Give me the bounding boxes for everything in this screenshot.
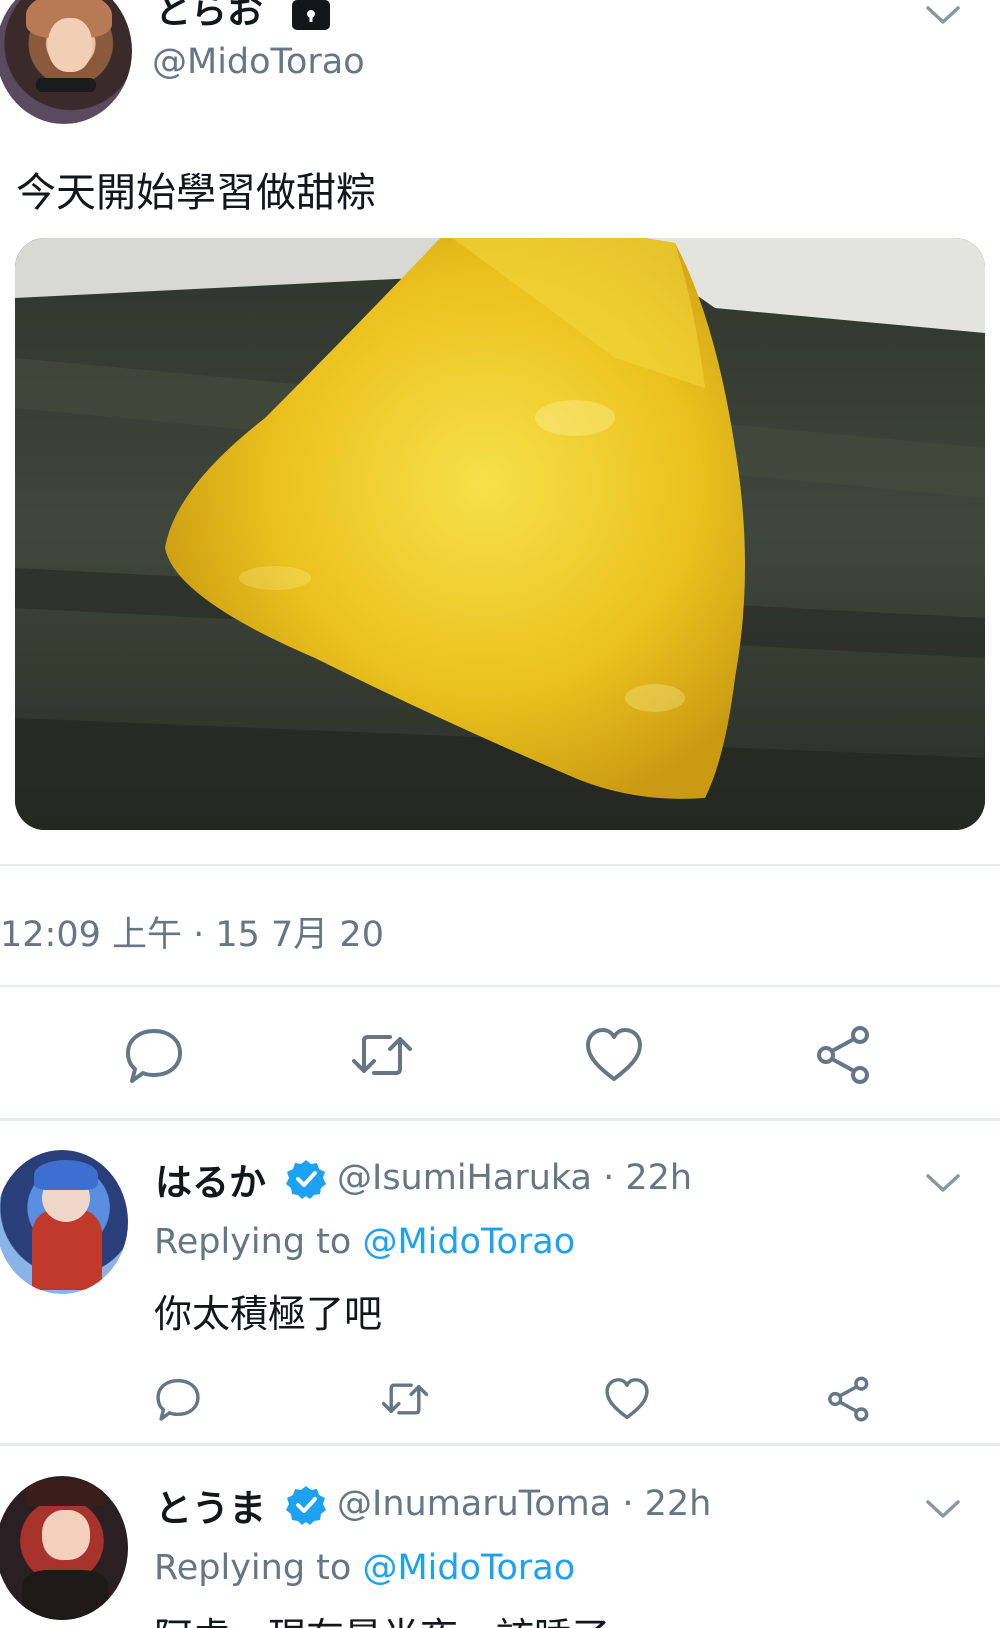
reply-display-name[interactable]: はるか	[155, 1152, 266, 1206]
reply-handle[interactable]: @InumaruToma	[337, 1484, 611, 1524]
replying-to-label: Replying to	[154, 1548, 352, 1588]
reply-time: · 22h	[603, 1158, 693, 1198]
reply-handle-time: @InumaruToma · 22h	[337, 1484, 711, 1524]
divider	[0, 985, 1000, 987]
avatar-face	[48, 18, 92, 72]
lock-icon	[292, 0, 330, 30]
share-icon[interactable]	[826, 1376, 872, 1422]
divider	[0, 864, 1000, 866]
avatar-jacket	[32, 1210, 102, 1290]
replying-to-link[interactable]: @MidoTorao	[362, 1222, 575, 1262]
replying-to-link[interactable]: @MidoTorao	[362, 1548, 575, 1588]
divider	[0, 1118, 1000, 1121]
reply-text: 阿虎，現在是半夜，該睡了	[154, 1606, 610, 1628]
verified-badge-icon	[286, 1160, 326, 1199]
tweet-detail-page: とらお @MidoTorao 今天開始學習做甜粽 12:09 上午 · 15 7…	[0, 0, 1000, 1628]
replying-to: Replying to @MidoTorao	[154, 1548, 575, 1588]
reply-handle-time: @IsumiHaruka · 22h	[337, 1158, 692, 1198]
reply-time: · 22h	[622, 1484, 712, 1524]
divider	[0, 1443, 1000, 1446]
user-avatar[interactable]	[0, 1476, 128, 1620]
heart-icon[interactable]	[604, 1376, 650, 1422]
replying-to-label: Replying to	[154, 1222, 352, 1262]
avatar-face	[42, 1510, 90, 1560]
avatar-cap	[26, 1480, 104, 1506]
display-name[interactable]: とらお	[155, 0, 263, 34]
retweet-icon[interactable]	[352, 1025, 412, 1085]
chevron-down-icon[interactable]	[925, 1172, 961, 1194]
tweet-photo[interactable]	[15, 238, 985, 830]
retweet-icon[interactable]	[382, 1376, 428, 1422]
replying-to: Replying to @MidoTorao	[154, 1222, 575, 1262]
user-avatar[interactable]	[0, 0, 132, 124]
user-handle[interactable]: @MidoTorao	[152, 42, 365, 82]
share-icon[interactable]	[814, 1025, 874, 1085]
avatar-collar	[36, 78, 96, 92]
avatar-jacket	[22, 1570, 108, 1620]
verified-badge-icon	[286, 1486, 326, 1525]
heart-icon[interactable]	[584, 1025, 644, 1085]
user-avatar[interactable]	[0, 1150, 128, 1294]
tweet-header: とらお @MidoTorao	[0, 0, 1000, 130]
reply-icon[interactable]	[155, 1376, 201, 1422]
tweet-text: 今天開始學習做甜粽	[16, 170, 376, 216]
chevron-down-icon[interactable]	[925, 1498, 961, 1520]
tweet-timestamp[interactable]: 12:09 上午 · 15 7月 20	[0, 906, 384, 957]
reply-display-name[interactable]: とうま	[155, 1478, 266, 1532]
zongzi-photo-illustration	[15, 238, 985, 830]
avatar-hair	[34, 1160, 98, 1190]
reply-text: 你太積極了吧	[154, 1292, 383, 1336]
reply-icon[interactable]	[124, 1025, 184, 1085]
reply-handle[interactable]: @IsumiHaruka	[337, 1158, 592, 1198]
chevron-down-icon[interactable]	[925, 4, 961, 26]
